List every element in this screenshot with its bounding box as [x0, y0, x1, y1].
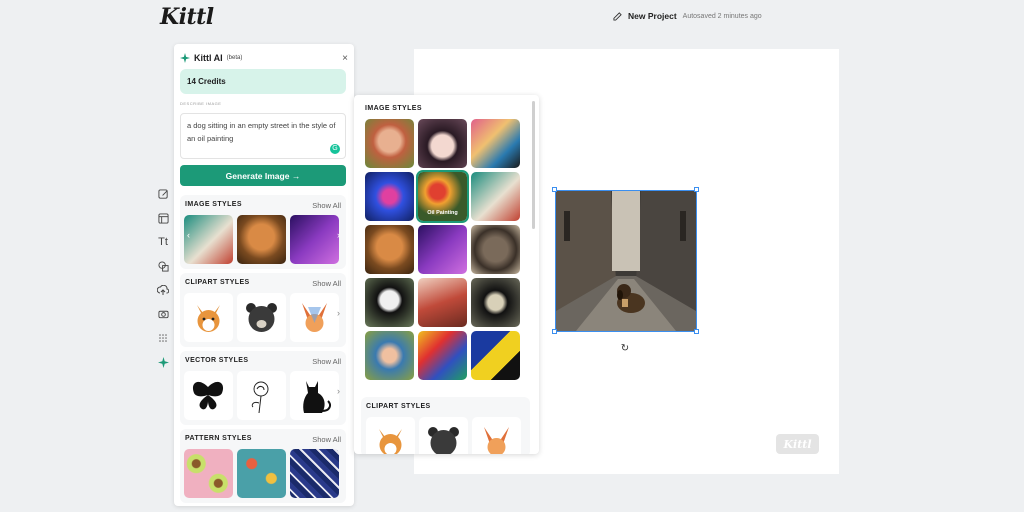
style-option-pop-portrait[interactable]	[471, 119, 520, 168]
prompt-text: a dog sitting in an empty street in the …	[187, 121, 336, 143]
style-option-unicorn[interactable]	[418, 225, 467, 274]
chevron-right-icon[interactable]: ›	[337, 230, 340, 240]
ai-sparkle-icon[interactable]	[152, 350, 174, 374]
clip-option-fox-dog[interactable]	[472, 417, 521, 454]
resize-handle-bl[interactable]	[552, 329, 557, 334]
clipart-styles-preview: CLIPART STYLES	[361, 397, 530, 454]
section-title: PATTERN STYLES	[185, 435, 252, 442]
style-thumb-bear[interactable]	[237, 293, 286, 342]
style-option-impressionist[interactable]	[365, 331, 414, 380]
section-title: CLIPART STYLES	[366, 403, 431, 410]
clip-option-corgi[interactable]	[366, 417, 415, 454]
oil-painting-label: Oil Painting	[427, 210, 458, 216]
layout-icon[interactable]	[152, 206, 174, 230]
show-all-link[interactable]: Show All	[312, 201, 341, 210]
popover-title: IMAGE STYLES	[365, 105, 422, 112]
tool-rail: Tt	[152, 182, 174, 374]
style-option-fashion[interactable]	[471, 172, 520, 221]
resize-handle-tl[interactable]	[552, 187, 557, 192]
dog-street-painting	[556, 191, 696, 331]
style-thumb-unicorn[interactable]	[290, 215, 339, 264]
camera-icon[interactable]	[152, 302, 174, 326]
style-option-panda[interactable]	[365, 278, 414, 327]
edit-icon[interactable]	[152, 182, 174, 206]
clip-option-bear[interactable]	[419, 417, 468, 454]
grid-dots-icon[interactable]	[152, 326, 174, 350]
style-thumb-rose[interactable]	[237, 371, 286, 420]
style-option-anime[interactable]	[418, 119, 467, 168]
style-option-cubist[interactable]	[471, 331, 520, 380]
upload-icon[interactable]	[152, 278, 174, 302]
ai-panel-title: Kittl AI	[194, 53, 223, 63]
image-styles-popover: IMAGE STYLES Oil Painting CLIPART STYLES	[354, 95, 539, 454]
style-option-elephant[interactable]	[471, 225, 520, 274]
style-option-rabbit[interactable]	[418, 278, 467, 327]
style-thumb-dog[interactable]	[237, 215, 286, 264]
style-thumb-fox-dog[interactable]	[290, 293, 339, 342]
style-option-neon-dog[interactable]	[365, 172, 414, 221]
shapes-icon[interactable]	[152, 254, 174, 278]
section-title: VECTOR STYLES	[185, 357, 249, 364]
prompt-input[interactable]: a dog sitting in an empty street in the …	[180, 113, 346, 159]
clipart-styles-section: CLIPART STYLES Show All ›	[180, 273, 346, 347]
image-styles-section: IMAGE STYLES Show All ‹ ›	[180, 195, 346, 269]
show-all-link[interactable]: Show All	[312, 279, 341, 288]
chevron-right-icon[interactable]: ›	[337, 308, 340, 318]
credits-badge: 14 Credits	[180, 69, 346, 94]
style-thumb-corgi[interactable]	[184, 293, 233, 342]
show-all-link[interactable]: Show All	[312, 357, 341, 366]
pencil-icon[interactable]	[613, 11, 622, 21]
project-title-bar: New Project Autosaved 2 minutes ago	[613, 11, 762, 21]
kittl-watermark: Kittl	[776, 434, 819, 454]
style-option-vintage-woman[interactable]	[471, 278, 520, 327]
vector-styles-section: VECTOR STYLES Show All ›	[180, 351, 346, 425]
beta-badge: (beta)	[226, 55, 243, 61]
generated-image[interactable]	[555, 190, 697, 332]
style-thumb-butterfly[interactable]	[184, 371, 233, 420]
kittl-ai-panel: Kittl AI (beta) × 14 Credits DESCRIBE IM…	[174, 44, 354, 506]
style-thumb-fashion[interactable]	[184, 215, 233, 264]
style-option-oil-painting[interactable]: Oil Painting	[416, 170, 469, 223]
show-all-link[interactable]: Show All	[312, 435, 341, 444]
prompt-label: DESCRIBE IMAGE	[180, 101, 222, 106]
autosave-status: Autosaved 2 minutes ago	[682, 12, 762, 20]
style-option-colorful-man[interactable]	[418, 331, 467, 380]
ai-panel-header: Kittl AI (beta) ×	[180, 51, 348, 65]
generate-image-button[interactable]: Generate Image →	[180, 165, 346, 186]
close-icon[interactable]: ×	[342, 53, 348, 64]
text-icon[interactable]: Tt	[152, 230, 174, 254]
grammarly-icon[interactable]: G	[330, 144, 340, 154]
ai-sparkle-icon	[180, 53, 190, 63]
chevron-right-icon[interactable]: ›	[337, 386, 340, 396]
scrollbar[interactable]	[532, 101, 535, 229]
resize-handle-br[interactable]	[694, 329, 699, 334]
kittl-logo[interactable]: Kittl	[160, 4, 214, 30]
style-thumb-avocado-pattern[interactable]	[184, 449, 233, 498]
style-thumb-floral-pattern[interactable]	[237, 449, 286, 498]
resize-handle-tr[interactable]	[694, 187, 699, 192]
section-title: IMAGE STYLES	[185, 201, 242, 208]
section-title: CLIPART STYLES	[185, 279, 250, 286]
style-thumb-cat[interactable]	[290, 371, 339, 420]
project-name[interactable]: New Project	[628, 11, 677, 21]
chevron-left-icon[interactable]: ‹	[187, 230, 190, 240]
style-option-dog-portrait[interactable]	[365, 225, 414, 274]
pattern-styles-section: PATTERN STYLES Show All	[180, 429, 346, 503]
rotate-icon[interactable]: ↻	[617, 340, 633, 356]
style-option-floral-woman[interactable]	[365, 119, 414, 168]
style-thumb-whale-pattern[interactable]	[290, 449, 339, 498]
